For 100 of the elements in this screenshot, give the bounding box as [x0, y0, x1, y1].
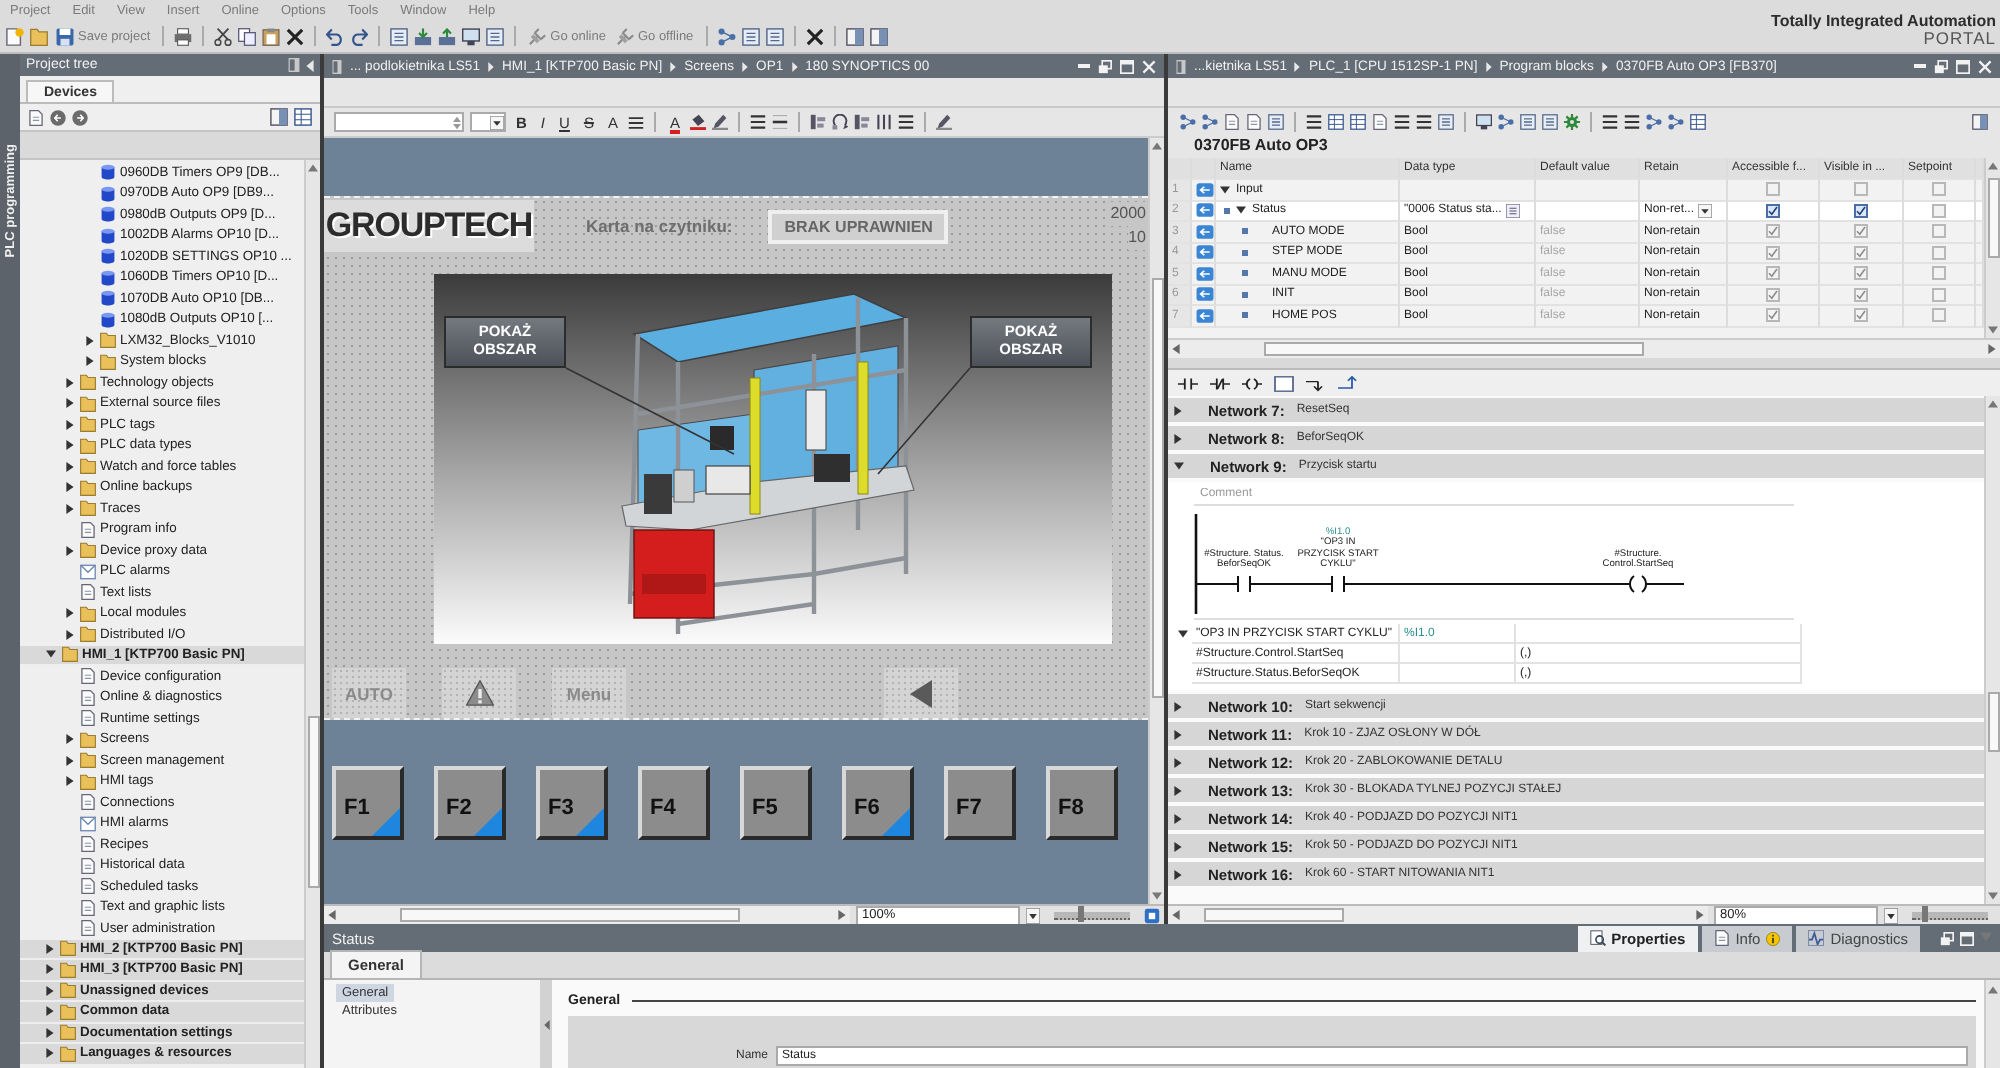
- network-icon[interactable]: [1668, 113, 1684, 129]
- dropdown-arrow-icon[interactable]: [490, 115, 504, 129]
- function-key[interactable]: F1: [332, 766, 404, 840]
- restore-icon[interactable]: [1934, 59, 1948, 73]
- expand-arrow-icon[interactable]: [66, 440, 74, 451]
- checkbox[interactable]: [1854, 245, 1868, 260]
- open-branch-icon[interactable]: [1306, 375, 1326, 391]
- panel-icon[interactable]: [332, 59, 342, 73]
- split-view-icon[interactable]: [869, 27, 888, 45]
- dropdown-arrow-icon[interactable]: [1698, 203, 1713, 218]
- checkbox[interactable]: [1932, 245, 1946, 260]
- function-key[interactable]: F4: [638, 766, 710, 840]
- expand-arrow-icon[interactable]: [1174, 841, 1182, 851]
- scroll-up-icon[interactable]: [1152, 142, 1162, 150]
- gear-icon[interactable]: [1564, 113, 1580, 129]
- expand-arrow-icon[interactable]: [46, 1006, 54, 1017]
- expand-arrow-icon[interactable]: [66, 419, 74, 430]
- columns-icon[interactable]: [875, 114, 892, 130]
- redo-icon[interactable]: [350, 27, 369, 45]
- checkbox[interactable]: [1932, 203, 1946, 218]
- new-document-icon[interactable]: [6, 27, 24, 45]
- expand-arrow-icon[interactable]: [1236, 206, 1246, 215]
- split-view-icon[interactable]: [845, 27, 864, 45]
- scroll-down-icon[interactable]: [1988, 892, 1998, 900]
- clipboard-icon[interactable]: [262, 27, 281, 45]
- scrollbar-thumb[interactable]: [1987, 178, 1999, 258]
- coil-icon[interactable]: [1242, 375, 1262, 391]
- function-key[interactable]: F2: [434, 766, 506, 840]
- expand-arrow-icon[interactable]: [46, 985, 54, 996]
- checkbox[interactable]: [1766, 245, 1780, 260]
- collapse-arrow-icon[interactable]: [306, 59, 314, 71]
- expand-arrow-icon[interactable]: [1174, 729, 1182, 739]
- network-icon[interactable]: [1180, 113, 1196, 129]
- scroll-up-icon[interactable]: [1988, 400, 1998, 408]
- checkbox[interactable]: [1932, 224, 1946, 239]
- spinner-arrows-icon[interactable]: [452, 115, 462, 129]
- scroll-left-icon[interactable]: [1172, 910, 1180, 920]
- contact-symbol[interactable]: [1237, 575, 1251, 593]
- expand-arrow-icon[interactable]: [46, 1027, 54, 1038]
- scroll-left-icon[interactable]: [328, 910, 336, 920]
- expand-arrow-icon[interactable]: [66, 629, 74, 640]
- vertical-scrollbar[interactable]: [1984, 396, 2000, 904]
- list-button-icon[interactable]: [1505, 203, 1520, 218]
- list-box-icon[interactable]: [765, 27, 784, 45]
- checkbox[interactable]: [1932, 182, 1946, 197]
- forward-icon[interactable]: [72, 109, 88, 125]
- checkbox[interactable]: [1932, 266, 1946, 281]
- expand-arrow-icon[interactable]: [1174, 785, 1182, 795]
- checkbox[interactable]: [1854, 224, 1868, 239]
- expand-arrow-icon[interactable]: [66, 608, 74, 619]
- expand-arrow-icon[interactable]: [1174, 462, 1184, 470]
- list-box-icon[interactable]: [390, 27, 409, 45]
- table-icon[interactable]: [1350, 113, 1366, 129]
- scroll-down-icon[interactable]: [1152, 892, 1162, 900]
- function-key[interactable]: F7: [944, 766, 1016, 840]
- delete-icon[interactable]: [286, 27, 305, 45]
- slider-thumb[interactable]: [1921, 905, 1928, 921]
- panel-icon[interactable]: [288, 58, 300, 72]
- delete-icon[interactable]: [805, 27, 824, 45]
- expand-arrow-icon[interactable]: [66, 482, 74, 493]
- pen-icon[interactable]: [711, 114, 728, 130]
- empty-box-icon[interactable]: [1274, 375, 1294, 391]
- close-icon[interactable]: [1142, 59, 1156, 73]
- checkbox[interactable]: [1854, 266, 1868, 281]
- expand-arrow-icon[interactable]: [1174, 869, 1182, 879]
- vertical-scrollbar[interactable]: [304, 160, 320, 1068]
- zoom-slider[interactable]: [1912, 911, 1988, 919]
- printer-icon[interactable]: [174, 27, 193, 45]
- horizontal-scrollbar[interactable]: [1168, 338, 2000, 358]
- monitor-icon[interactable]: [1476, 113, 1492, 129]
- expand-arrow-icon[interactable]: [1174, 813, 1182, 823]
- function-key[interactable]: F5: [740, 766, 812, 840]
- maximize-icon[interactable]: [1956, 59, 1970, 73]
- function-key[interactable]: F8: [1046, 766, 1118, 840]
- checkbox[interactable]: [1766, 203, 1780, 218]
- expand-arrow-icon[interactable]: [66, 776, 74, 787]
- warning-button[interactable]: [442, 668, 516, 718]
- coil-symbol[interactable]: [1629, 575, 1647, 593]
- expand-arrow-icon[interactable]: [66, 734, 74, 745]
- expand-arrow-icon[interactable]: [1178, 630, 1188, 638]
- negated-contact-icon[interactable]: [1210, 375, 1230, 391]
- expand-arrow-icon[interactable]: [1174, 405, 1182, 415]
- table-icon[interactable]: [1328, 113, 1344, 129]
- function-key[interactable]: F6: [842, 766, 914, 840]
- lines-icon[interactable]: [1416, 113, 1432, 129]
- scroll-up-icon[interactable]: [1988, 986, 1998, 994]
- expand-arrow-icon[interactable]: [66, 377, 74, 388]
- restore-icon[interactable]: [1098, 59, 1112, 73]
- font-field[interactable]: [334, 112, 464, 132]
- fill-color-icon[interactable]: [689, 114, 706, 130]
- list-box-icon[interactable]: [1438, 113, 1454, 129]
- zoom-slider[interactable]: [1054, 911, 1130, 919]
- scrollbar-thumb[interactable]: [307, 716, 319, 888]
- expand-arrow-icon[interactable]: [46, 1048, 54, 1059]
- back-icon[interactable]: [50, 109, 66, 125]
- checkbox[interactable]: [1766, 308, 1780, 323]
- expand-arrow-icon[interactable]: [46, 650, 56, 659]
- scrollbar-thumb[interactable]: [1204, 908, 1344, 922]
- table-icon[interactable]: [1690, 113, 1706, 129]
- expand-arrow-icon[interactable]: [1174, 701, 1182, 711]
